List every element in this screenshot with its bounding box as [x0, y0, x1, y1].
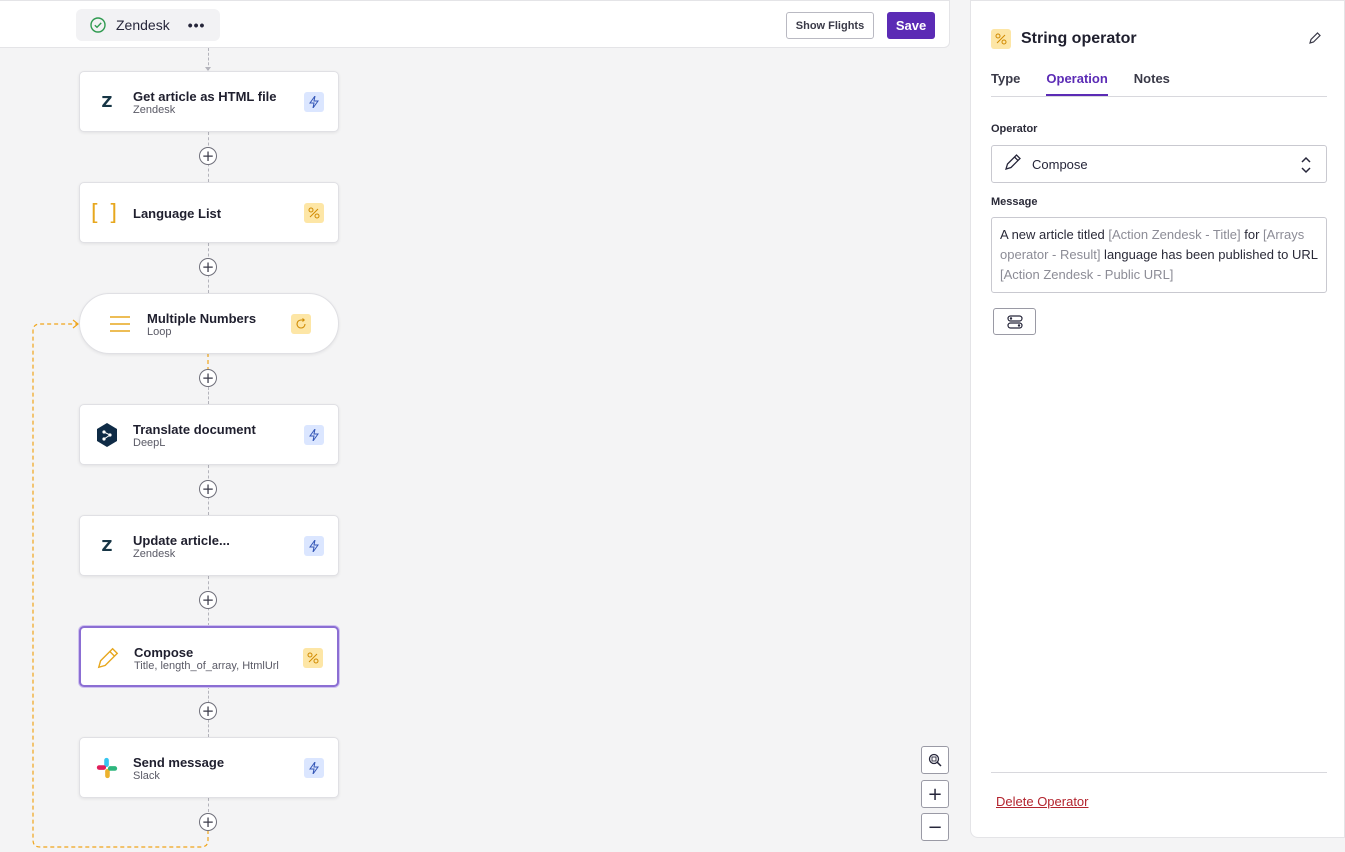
percent-operator-icon	[303, 648, 323, 668]
message-input[interactable]: A new article titled [Action Zendesk - T…	[991, 217, 1327, 293]
save-button[interactable]: Save	[887, 12, 935, 39]
lightning-icon	[304, 425, 324, 445]
node-title: Send message	[133, 755, 225, 770]
panel-divider	[991, 772, 1327, 773]
flow-canvas[interactable]: Zendesk ••• Show Flights Save + + + + + …	[0, 0, 960, 852]
edit-pencil-icon[interactable]	[1308, 31, 1322, 50]
connector-line	[208, 387, 209, 404]
flow-node-translate-document[interactable]: Translate document DeepL	[79, 404, 339, 465]
pencil-icon	[1004, 153, 1022, 176]
node-title: Get article as HTML file	[133, 89, 277, 104]
properties-panel: String operator Type Operation Notes Ope…	[970, 0, 1345, 838]
node-subtitle: Zendesk	[133, 548, 176, 560]
tab-notes[interactable]: Notes	[1134, 71, 1170, 96]
operator-label: Operator	[991, 123, 1038, 135]
lightning-icon	[304, 536, 324, 556]
node-title: Language List	[133, 206, 222, 221]
show-flights-button[interactable]: Show Flights	[786, 12, 874, 39]
slack-icon	[95, 756, 119, 780]
add-step-button[interactable]: +	[199, 591, 217, 609]
panel-header: String operator	[991, 29, 1137, 49]
operator-value: Compose	[1032, 156, 1088, 172]
insert-variable-button[interactable]	[993, 308, 1036, 335]
node-subtitle: Loop	[147, 326, 172, 338]
node-subtitle: DeepL	[133, 437, 166, 449]
add-step-button[interactable]: +	[199, 702, 217, 720]
node-title: Translate document	[133, 422, 256, 437]
panel-title: String operator	[1021, 30, 1137, 47]
message-text: language has been published to URL	[1100, 247, 1318, 262]
node-title: Update article...	[133, 533, 230, 548]
node-title: Compose	[134, 645, 194, 660]
message-text: A new article titled	[1000, 227, 1109, 242]
variable-token[interactable]: [Action Zendesk - Public URL]	[1000, 267, 1173, 282]
node-subtitle: Title, length_of_array, HtmlUrl	[134, 660, 279, 672]
flow-node-language-list[interactable]: [] Language List	[79, 182, 339, 243]
zendesk-icon: Z	[101, 537, 113, 555]
operator-select[interactable]: Compose	[991, 145, 1327, 183]
tab-operation[interactable]: Operation	[1046, 71, 1108, 96]
variable-token[interactable]: [Action Zendesk - Title]	[1108, 227, 1240, 242]
add-step-button[interactable]: +	[199, 480, 217, 498]
flow-node-compose[interactable]: Compose Title, length_of_array, HtmlUrl	[79, 626, 339, 687]
node-subtitle: Zendesk	[133, 104, 176, 116]
delete-operator-link[interactable]: Delete Operator	[996, 794, 1089, 809]
add-step-button[interactable]: +	[199, 369, 217, 387]
percent-operator-icon	[991, 29, 1011, 49]
zoom-fit-icon	[928, 753, 942, 767]
chevron-up-down-icon	[1300, 155, 1312, 180]
lightning-icon	[304, 758, 324, 778]
zoom-out-button[interactable]: −	[921, 813, 949, 841]
tab-type[interactable]: Type	[991, 71, 1020, 96]
zendesk-icon: Z	[101, 93, 113, 111]
lines-icon	[108, 312, 132, 336]
add-step-button[interactable]: +	[199, 258, 217, 276]
panel-tabs: Type Operation Notes	[991, 71, 1327, 97]
add-step-button[interactable]: +	[199, 147, 217, 165]
connector-line	[208, 798, 209, 812]
flow-node-multiple-numbers[interactable]: Multiple Numbers Loop	[79, 293, 339, 354]
flow-node-get-article[interactable]: Z Get article as HTML file Zendesk	[79, 71, 339, 132]
node-title: Multiple Numbers	[147, 311, 257, 326]
zoom-fit-button[interactable]	[921, 746, 949, 774]
node-subtitle: Slack	[133, 770, 160, 782]
flow-node-send-message[interactable]: Send message Slack	[79, 737, 339, 798]
add-step-button[interactable]: +	[199, 813, 217, 831]
message-text: for	[1240, 227, 1264, 242]
loop-icon	[291, 314, 311, 334]
message-label: Message	[991, 196, 1038, 208]
toggle-variables-icon	[1006, 314, 1023, 329]
percent-operator-icon	[304, 203, 324, 223]
zoom-in-button[interactable]: +	[921, 780, 949, 808]
brackets-icon: []	[87, 200, 127, 226]
deepl-icon	[95, 423, 119, 447]
lightning-icon	[304, 92, 324, 112]
pencil-icon	[96, 646, 120, 670]
flow-node-update-article[interactable]: Z Update article... Zendesk	[79, 515, 339, 576]
